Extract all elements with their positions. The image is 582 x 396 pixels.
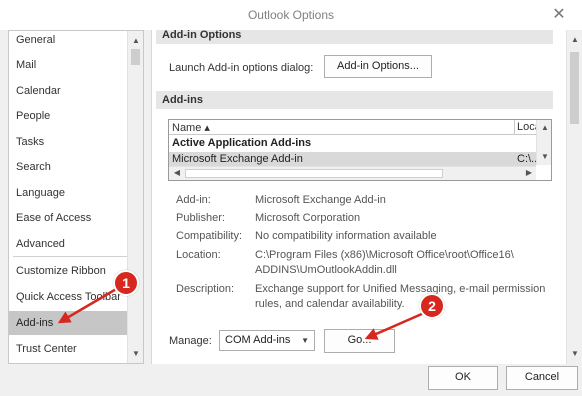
window-title: Outlook Options bbox=[247, 8, 335, 22]
addins-panel: Add-in Options Launch Add-in options dia… bbox=[151, 30, 582, 364]
list-vertical-scrollbar[interactable]: ▲ ▼ bbox=[536, 120, 551, 165]
column-header-name[interactable]: Name ▴ bbox=[172, 121, 512, 134]
launch-dialog-label: Launch Add-in options dialog: bbox=[169, 62, 314, 74]
section-header-addins: Add-ins bbox=[156, 91, 553, 109]
addin-options-button[interactable]: Add-in Options... bbox=[324, 55, 432, 78]
addin-label: Add-in: bbox=[176, 194, 211, 206]
nav-item-mail[interactable]: Mail bbox=[9, 53, 129, 77]
section-header-addin-options: Add-in Options bbox=[156, 30, 553, 44]
list-hscroll-thumb[interactable] bbox=[185, 169, 443, 178]
nav-item-customize-ribbon[interactable]: Customize Ribbon bbox=[9, 259, 129, 283]
nav-item-add-ins[interactable]: Add-ins bbox=[9, 311, 129, 335]
description-label: Description: bbox=[176, 283, 235, 295]
go-button[interactable]: Go... bbox=[324, 329, 395, 353]
manage-selected-option: COM Add-ins bbox=[225, 334, 291, 346]
cancel-button[interactable]: Cancel bbox=[506, 366, 578, 390]
close-icon[interactable]: ✕ bbox=[550, 6, 568, 24]
main-scrollbar[interactable]: ▲ ▼ bbox=[566, 30, 582, 364]
location-value-line2: ADDINS\UmOutlookAddin.dll bbox=[255, 264, 397, 276]
manage-label: Manage: bbox=[169, 335, 212, 347]
scroll-right-icon[interactable]: ▶ bbox=[521, 165, 537, 181]
title-bar: Outlook Options ✕ bbox=[0, 0, 582, 30]
scroll-down-icon[interactable]: ▼ bbox=[128, 346, 144, 362]
compatibility-label: Compatibility: bbox=[176, 230, 243, 242]
list-horizontal-scrollbar[interactable]: ◀ ▶ bbox=[169, 166, 536, 180]
callout-badge-2: 2 bbox=[419, 293, 445, 319]
nav-item-quick-access-toolbar[interactable]: Quick Access Toolbar bbox=[9, 285, 129, 309]
nav-item-language[interactable]: Language bbox=[9, 181, 129, 205]
description-value-line1: Exchange support for Unified Messaging, … bbox=[255, 283, 546, 295]
nav-item-ease-of-access[interactable]: Ease of Access bbox=[9, 206, 129, 230]
nav-item-trust-center[interactable]: Trust Center bbox=[9, 337, 129, 361]
nav-item-search[interactable]: Search bbox=[9, 155, 129, 179]
main-scroll-thumb[interactable] bbox=[570, 52, 579, 124]
compatibility-value: No compatibility information available bbox=[255, 230, 437, 242]
nav-item-advanced[interactable]: Advanced bbox=[9, 232, 129, 256]
addins-list-header: Name ▴ Loca bbox=[169, 120, 551, 135]
description-value-line2: rules, and calendar availability. bbox=[255, 298, 405, 310]
nav-divider bbox=[13, 256, 127, 257]
column-header-location[interactable]: Loca bbox=[514, 120, 536, 135]
nav-item-tasks[interactable]: Tasks bbox=[9, 130, 129, 154]
scroll-up-icon[interactable]: ▲ bbox=[537, 120, 553, 136]
publisher-value: Microsoft Corporation bbox=[255, 212, 361, 224]
ok-button[interactable]: OK bbox=[428, 366, 498, 390]
nav-item-people[interactable]: People bbox=[9, 104, 129, 128]
location-value-line1: C:\Program Files (x86)\Microsoft Office\… bbox=[255, 249, 514, 261]
manage-dropdown[interactable]: COM Add-ins ▼ bbox=[219, 330, 315, 351]
addin-value: Microsoft Exchange Add-in bbox=[255, 194, 386, 206]
scroll-up-icon[interactable]: ▲ bbox=[128, 33, 144, 49]
scroll-down-icon[interactable]: ▼ bbox=[567, 346, 582, 362]
nav-item-general[interactable]: General bbox=[9, 28, 129, 52]
scroll-up-icon[interactable]: ▲ bbox=[567, 32, 582, 48]
nav-scroll-thumb[interactable] bbox=[131, 49, 140, 65]
scroll-left-icon[interactable]: ◀ bbox=[169, 165, 185, 181]
scroll-down-icon[interactable]: ▼ bbox=[537, 149, 553, 165]
table-row[interactable]: Microsoft Exchange Add-in C:\... bbox=[169, 152, 540, 167]
chevron-down-icon: ▼ bbox=[301, 336, 309, 345]
nav-item-calendar[interactable]: Calendar bbox=[9, 79, 129, 103]
nav-scrollbar[interactable]: ▲ ▼ bbox=[127, 31, 143, 363]
addin-name-cell: Microsoft Exchange Add-in bbox=[172, 153, 303, 165]
group-row-active-addins: Active Application Add-ins bbox=[172, 137, 312, 149]
location-label: Location: bbox=[176, 249, 221, 261]
publisher-label: Publisher: bbox=[176, 212, 225, 224]
addins-list: Name ▴ Loca Active Application Add-ins M… bbox=[168, 119, 552, 181]
callout-badge-1: 1 bbox=[113, 270, 139, 296]
category-nav: General Mail Calendar People Tasks Searc… bbox=[8, 30, 144, 364]
